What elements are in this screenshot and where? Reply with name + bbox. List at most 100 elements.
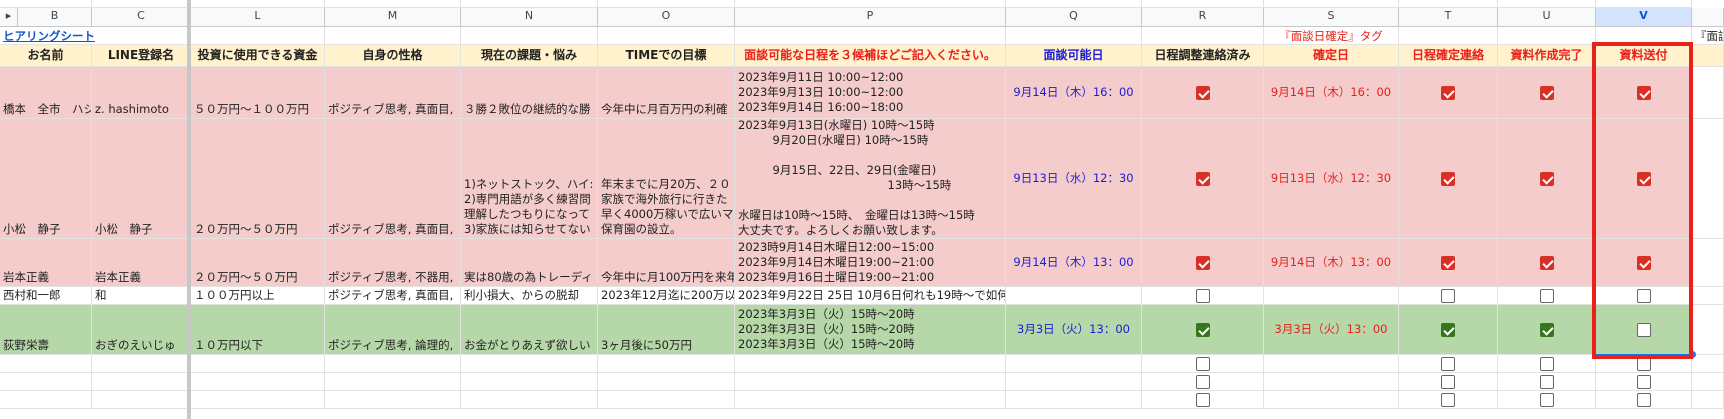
checkbox-checked-icon[interactable] [1195,255,1210,270]
cell-goal[interactable]: 今年中に月百万円の利確 [598,67,735,119]
grid-cell-empty[interactable] [1596,0,1692,8]
checkbox-checked-icon[interactable] [1539,255,1554,270]
column-header-u[interactable]: U [1498,8,1596,27]
cell-goal[interactable]: 3ヶ月後に50万円 [598,305,735,355]
grid-cell-empty[interactable] [0,355,92,373]
grid-cell-empty[interactable] [598,0,735,8]
grid-cell-empty[interactable] [1596,391,1692,409]
cell-name[interactable]: 荻野栄壽 [0,305,92,355]
grid-cell-empty[interactable] [191,355,325,373]
column-header-t[interactable]: T [1399,8,1498,27]
grid-cell-empty[interactable] [191,391,325,409]
cell-confirm_contact[interactable] [1399,239,1498,287]
cell-schedule[interactable]: 2023年3月3日（火）15時〜20時 2023年3月3日（火）15時〜20時 … [735,305,1006,355]
cell-schedule[interactable]: 2023時9月14日木曜日12:00~15:00 2023年9月14日木曜日19… [735,239,1006,287]
grid-cell[interactable] [1692,287,1724,305]
checkbox-checked-icon[interactable] [1195,322,1210,337]
checkbox-checked-icon[interactable] [1539,322,1554,337]
grid-cell-empty[interactable] [1498,391,1596,409]
cell-line[interactable]: おぎのえいじゅ [92,305,191,355]
spreadsheet-grid[interactable]: ▸BCLMNOPQRSTUV ヒアリングシート 『面談日確定』タグ 『面談お名前LIN… [0,0,1724,419]
cell-confirmed[interactable] [1264,287,1399,305]
cell-material_done[interactable] [1498,287,1596,305]
grid-cell-empty[interactable] [92,373,191,391]
cell-personality[interactable]: ポジティブ思考, 不器用, [325,239,461,287]
grid-cell[interactable] [735,27,1006,45]
grid-cell[interactable] [92,27,191,45]
grid-cell-empty[interactable] [735,355,1006,373]
grid-cell-empty[interactable] [1498,0,1596,8]
grid-cell-empty[interactable] [1264,355,1399,373]
cell-line[interactable]: 岩本正義 [92,239,191,287]
cell-goal[interactable]: 2023年12月迄に200万以 [598,287,735,305]
cell-contacted[interactable] [1142,287,1264,305]
grid-cell-empty[interactable] [461,0,598,8]
grid-cell-empty[interactable] [1142,373,1264,391]
grid-cell-empty[interactable] [1142,391,1264,409]
cell-contacted[interactable] [1142,119,1264,239]
cell-contacted[interactable] [1142,239,1264,287]
grid-cell[interactable] [191,27,325,45]
cell-confirm_contact[interactable] [1399,287,1498,305]
grid-cell-empty[interactable] [1006,373,1142,391]
grid-cell-empty[interactable] [1692,391,1724,409]
cell-line[interactable]: z. hashimoto [92,67,191,119]
cell-line[interactable]: 和 [92,287,191,305]
grid-cell[interactable] [1006,27,1142,45]
grid-cell-empty[interactable] [325,373,461,391]
grid-cell-empty[interactable] [1399,391,1498,409]
grid-cell-empty[interactable] [0,0,92,8]
checkbox-checked-icon[interactable] [1539,171,1554,186]
cell-name[interactable]: 橋本 全市 ハシ [0,67,92,119]
cell-material_sent[interactable] [1596,287,1692,305]
checkbox-checked-icon[interactable] [1441,255,1455,270]
column-header-r[interactable]: R [1142,8,1264,27]
cell-available[interactable]: 9月14日（木）13：00 [1006,239,1142,287]
grid-cell-empty[interactable] [1142,355,1264,373]
checkbox-checked-icon[interactable] [1636,171,1651,186]
grid-cell-empty[interactable] [735,0,1006,8]
cell-goal[interactable]: 今年中に月100万円を来年 [598,239,735,287]
grid-cell[interactable] [1692,67,1724,119]
checkbox-unchecked-icon[interactable] [1636,356,1651,371]
cell-issues[interactable]: お金がとりあえず欲しい [461,305,598,355]
cell-material_sent[interactable] [1596,239,1692,287]
checkbox-unchecked-icon[interactable] [1636,392,1651,407]
checkbox-checked-icon[interactable] [1441,85,1455,100]
cell-available[interactable]: 3月3日（火）13：00 [1006,305,1142,355]
tag-note-cut[interactable]: 『面談 [1692,27,1724,45]
grid-cell[interactable] [1692,119,1724,239]
cell-personality[interactable]: ポジティブ思考, 真面目, [325,119,461,239]
checkbox-checked-icon[interactable] [1195,85,1210,100]
checkbox-unchecked-icon[interactable] [1441,392,1455,407]
cell-contacted[interactable] [1142,305,1264,355]
grid-cell[interactable] [461,27,598,45]
cell-goal[interactable]: 年末までに月20万、２０ 家族で海外旅行に行きた 早く4000万稼いで広いマ 保… [598,119,735,239]
cell-schedule[interactable]: 2023年9月13日(水曜日) 10時〜15時 9月20日(水曜日) 10時〜1… [735,119,1006,239]
column-header-o[interactable]: O [598,8,735,27]
column-header-m[interactable]: M [325,8,461,27]
grid-cell-empty[interactable] [92,355,191,373]
tag-note[interactable]: 『面談日確定』タグ [1264,27,1399,45]
cell-confirm_contact[interactable] [1399,305,1498,355]
checkbox-unchecked-icon[interactable] [1195,288,1210,303]
grid-cell-empty[interactable] [461,391,598,409]
cell-personality[interactable]: ポジティブ思考, 論理的, [325,305,461,355]
column-header-s[interactable]: S [1264,8,1399,27]
cell-personality[interactable]: ポジティブ思考, 真面目, [325,67,461,119]
cell-confirm_contact[interactable] [1399,67,1498,119]
cell-funds[interactable]: ２０万円〜５０万円 [191,119,325,239]
checkbox-checked-icon[interactable] [1636,255,1651,270]
cell-confirm_contact[interactable] [1399,119,1498,239]
checkbox-checked-icon[interactable] [1441,322,1455,337]
grid-cell-empty[interactable] [598,391,735,409]
grid-cell[interactable] [598,27,735,45]
grid-cell-empty[interactable] [325,0,461,8]
grid-cell-empty[interactable] [735,373,1006,391]
column-header-b[interactable]: B [18,8,92,27]
cell-issues[interactable]: ３勝２敗位の継続的な勝 [461,67,598,119]
column-header-n[interactable]: N [461,8,598,27]
column-header-p[interactable]: P [735,8,1006,27]
cell-personality[interactable]: ポジティブ思考, 真面目, [325,287,461,305]
cell-line[interactable]: 小松 静子 [92,119,191,239]
